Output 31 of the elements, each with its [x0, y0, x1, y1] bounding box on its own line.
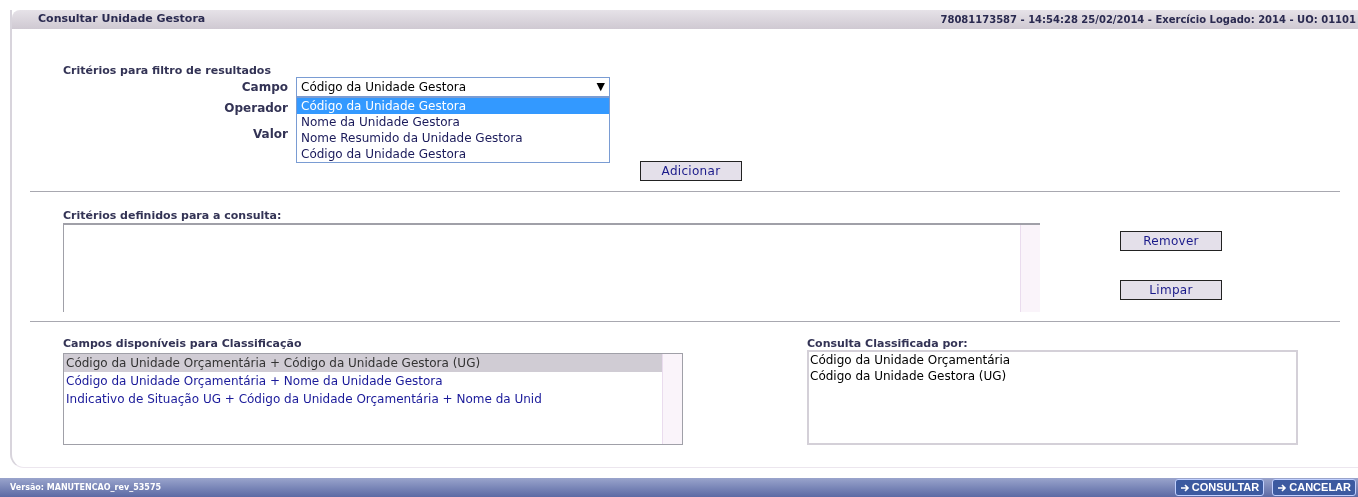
scrollbar[interactable] — [1020, 225, 1040, 312]
section-title: Critérios definidos para a consulta: — [63, 208, 283, 223]
section-title: Consulta Classificada por: — [807, 336, 969, 350]
list-item[interactable]: Código da Unidade Orçamentária + Código da Unidade Gestora (UG) — [64, 354, 662, 372]
dropdown-option[interactable]: Nome Resumido da Unidade Gestora — [297, 130, 609, 146]
page-title: Consultar Unidade Gestora — [38, 11, 206, 28]
available-list[interactable]: Código da Unidade Orçamentária + Código da Unidade Gestora (UG) Código da Unidade Orçamentária + Nome da Unidade Gestora Indicativo de Situação UG + Código da Unidade Orçamentária + Nome da Unid — [63, 353, 683, 445]
scrollbar[interactable] — [662, 354, 682, 444]
action-button[interactable]: CANCELAR — [1272, 479, 1356, 496]
form-button[interactable]: Remover — [1120, 231, 1222, 251]
field-label: Campo — [240, 79, 289, 96]
arrow-right-icon — [1277, 482, 1288, 493]
list-item[interactable]: Código da Unidade Gestora (UG) — [809, 368, 1296, 384]
field-label: Valor — [252, 126, 289, 143]
arrow-right-icon — [1179, 482, 1190, 493]
list-item[interactable]: Código da Unidade Orçamentária — [809, 352, 1296, 368]
criteria-list[interactable] — [63, 223, 1040, 312]
field-label: Operador — [223, 100, 289, 117]
session-info: 78081173587 - 14:54:28 25/02/2014 - Exercício Logado: 2014 - UO: 01101 — [940, 13, 1356, 27]
form-button[interactable]: Adicionar — [640, 161, 742, 181]
list-item[interactable]: Indicativo de Situação UG + Código da Unidade Orçamentária + Nome da Unid — [64, 390, 662, 408]
section-title: Critérios para filtro de resultados — [63, 63, 272, 77]
form-button[interactable]: Limpar — [1120, 280, 1222, 300]
sorted-list[interactable]: Código da Unidade Orçamentária Código da Unidade Gestora (UG) — [807, 350, 1298, 445]
list-item[interactable]: Código da Unidade Orçamentária + Nome da Unidade Gestora — [64, 372, 662, 390]
version-text: Versão: MANUTENCAO_rev_53575 — [10, 481, 161, 494]
dropdown-option[interactable]: Nome da Unidade Gestora — [297, 114, 609, 130]
action-button[interactable]: CONSULTAR — [1174, 479, 1265, 496]
section-title: Campos disponíveis para Classificação — [63, 336, 303, 352]
campo-select[interactable]: Código da Unidade Gestora ▼ — [296, 77, 610, 97]
dropdown-option[interactable]: Código da Unidade Gestora — [297, 146, 609, 162]
